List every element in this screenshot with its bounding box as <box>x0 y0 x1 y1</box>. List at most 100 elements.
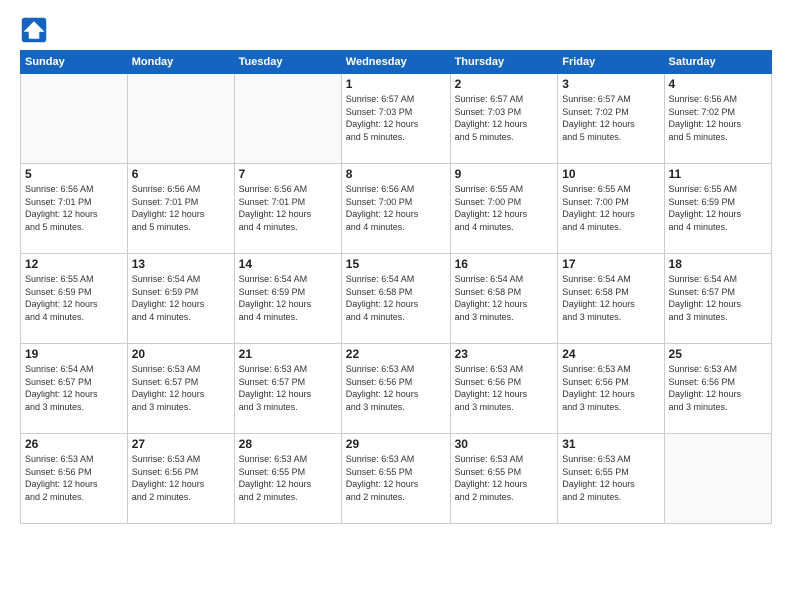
day-number: 6 <box>132 167 230 181</box>
day-info: Sunrise: 6:55 AM Sunset: 6:59 PM Dayligh… <box>669 183 767 233</box>
day-number: 27 <box>132 437 230 451</box>
day-info: Sunrise: 6:57 AM Sunset: 7:03 PM Dayligh… <box>346 93 446 143</box>
header <box>20 16 772 44</box>
day-info: Sunrise: 6:53 AM Sunset: 6:56 PM Dayligh… <box>25 453 123 503</box>
col-header-monday: Monday <box>127 51 234 74</box>
day-info: Sunrise: 6:54 AM Sunset: 6:58 PM Dayligh… <box>455 273 554 323</box>
day-number: 3 <box>562 77 659 91</box>
calendar-cell: 26Sunrise: 6:53 AM Sunset: 6:56 PM Dayli… <box>21 434 128 524</box>
day-info: Sunrise: 6:55 AM Sunset: 6:59 PM Dayligh… <box>25 273 123 323</box>
calendar-week-row: 12 Sunrise: 6:55 AM Sunset: 6:59 PM Dayli… <box>21 254 772 344</box>
day-number: 12 <box>25 257 123 271</box>
day-number: 18 <box>669 257 767 271</box>
day-number: 8 <box>346 167 446 181</box>
calendar-cell: 25 Sunrise: 6:53 AM Sunset: 6:56 PM Dayli… <box>664 344 771 434</box>
calendar-cell: 14 Sunrise: 6:54 AM Sunset: 6:59 PM Dayli… <box>234 254 341 344</box>
day-number: 31 <box>562 437 659 451</box>
day-info: Sunrise: 6:53 AM Sunset: 6:57 PM Dayligh… <box>132 363 230 413</box>
day-info: Sunrise: 6:53 AM Sunset: 6:55 PM Dayligh… <box>562 453 659 503</box>
calendar-cell: 30 Sunrise: 6:53 AM Sunset: 6:55 PM Dayli… <box>450 434 558 524</box>
calendar-cell: 6 Sunrise: 6:56 AM Sunset: 7:01 PM Daylig… <box>127 164 234 254</box>
calendar-cell: 31 Sunrise: 6:53 AM Sunset: 6:55 PM Dayli… <box>558 434 664 524</box>
day-info: Sunrise: 6:54 AM Sunset: 6:58 PM Dayligh… <box>562 273 659 323</box>
col-header-wednesday: Wednesday <box>341 51 450 74</box>
day-info: Sunrise: 6:53 AM Sunset: 6:56 PM Dayligh… <box>562 363 659 413</box>
day-info: Sunrise: 6:56 AM Sunset: 7:02 PM Dayligh… <box>669 93 767 143</box>
calendar-cell: 2 Sunrise: 6:57 AM Sunset: 7:03 PM Daylig… <box>450 74 558 164</box>
day-info: Sunrise: 6:56 AM Sunset: 7:01 PM Dayligh… <box>132 183 230 233</box>
calendar-cell: 18 Sunrise: 6:54 AM Sunset: 6:57 PM Dayli… <box>664 254 771 344</box>
day-info: Sunrise: 6:54 AM Sunset: 6:58 PM Dayligh… <box>346 273 446 323</box>
day-info: Sunrise: 6:53 AM Sunset: 6:55 PM Dayligh… <box>455 453 554 503</box>
day-number: 14 <box>239 257 337 271</box>
day-info: Sunrise: 6:53 AM Sunset: 6:56 PM Dayligh… <box>669 363 767 413</box>
day-info: Sunrise: 6:53 AM Sunset: 6:56 PM Dayligh… <box>455 363 554 413</box>
calendar-week-row: 5Sunrise: 6:56 AM Sunset: 7:01 PM Daylig… <box>21 164 772 254</box>
page-container: SundayMondayTuesdayWednesdayThursdayFrid… <box>0 0 792 534</box>
day-number: 1 <box>346 77 446 91</box>
calendar-cell: 10 Sunrise: 6:55 AM Sunset: 7:00 PM Dayli… <box>558 164 664 254</box>
calendar-cell: 7Sunrise: 6:56 AM Sunset: 7:01 PM Daylig… <box>234 164 341 254</box>
calendar-week-row: 26Sunrise: 6:53 AM Sunset: 6:56 PM Dayli… <box>21 434 772 524</box>
day-number: 16 <box>455 257 554 271</box>
calendar-cell: 21 Sunrise: 6:53 AM Sunset: 6:57 PM Dayli… <box>234 344 341 434</box>
day-info: Sunrise: 6:56 AM Sunset: 7:01 PM Dayligh… <box>239 183 337 233</box>
calendar-cell: 9Sunrise: 6:55 AM Sunset: 7:00 PM Daylig… <box>450 164 558 254</box>
calendar-table: SundayMondayTuesdayWednesdayThursdayFrid… <box>20 50 772 524</box>
day-info: Sunrise: 6:54 AM Sunset: 6:59 PM Dayligh… <box>239 273 337 323</box>
calendar-cell: 22 Sunrise: 6:53 AM Sunset: 6:56 PM Dayli… <box>341 344 450 434</box>
calendar-cell <box>127 74 234 164</box>
day-number: 4 <box>669 77 767 91</box>
calendar-cell: 23 Sunrise: 6:53 AM Sunset: 6:56 PM Dayli… <box>450 344 558 434</box>
day-number: 10 <box>562 167 659 181</box>
calendar-header-row: SundayMondayTuesdayWednesdayThursdayFrid… <box>21 51 772 74</box>
day-info: Sunrise: 6:57 AM Sunset: 7:02 PM Dayligh… <box>562 93 659 143</box>
day-info: Sunrise: 6:54 AM Sunset: 6:59 PM Dayligh… <box>132 273 230 323</box>
day-number: 22 <box>346 347 446 361</box>
col-header-sunday: Sunday <box>21 51 128 74</box>
calendar-cell <box>234 74 341 164</box>
day-number: 23 <box>455 347 554 361</box>
calendar-cell: 4 Sunrise: 6:56 AM Sunset: 7:02 PM Daylig… <box>664 74 771 164</box>
calendar-cell: 27 Sunrise: 6:53 AM Sunset: 6:56 PM Dayli… <box>127 434 234 524</box>
day-number: 13 <box>132 257 230 271</box>
col-header-tuesday: Tuesday <box>234 51 341 74</box>
calendar-cell: 20 Sunrise: 6:53 AM Sunset: 6:57 PM Dayli… <box>127 344 234 434</box>
calendar-cell: 24 Sunrise: 6:53 AM Sunset: 6:56 PM Dayli… <box>558 344 664 434</box>
day-info: Sunrise: 6:55 AM Sunset: 7:00 PM Dayligh… <box>562 183 659 233</box>
day-number: 25 <box>669 347 767 361</box>
day-number: 15 <box>346 257 446 271</box>
day-info: Sunrise: 6:53 AM Sunset: 6:56 PM Dayligh… <box>346 363 446 413</box>
day-number: 21 <box>239 347 337 361</box>
day-info: Sunrise: 6:53 AM Sunset: 6:55 PM Dayligh… <box>239 453 337 503</box>
day-info: Sunrise: 6:56 AM Sunset: 7:00 PM Dayligh… <box>346 183 446 233</box>
day-info: Sunrise: 6:53 AM Sunset: 6:56 PM Dayligh… <box>132 453 230 503</box>
day-number: 30 <box>455 437 554 451</box>
col-header-saturday: Saturday <box>664 51 771 74</box>
calendar-cell <box>21 74 128 164</box>
day-number: 9 <box>455 167 554 181</box>
calendar-cell: 15 Sunrise: 6:54 AM Sunset: 6:58 PM Dayli… <box>341 254 450 344</box>
day-number: 19 <box>25 347 123 361</box>
calendar-week-row: 1 Sunrise: 6:57 AM Sunset: 7:03 PM Daylig… <box>21 74 772 164</box>
calendar-cell: 3 Sunrise: 6:57 AM Sunset: 7:02 PM Daylig… <box>558 74 664 164</box>
day-number: 20 <box>132 347 230 361</box>
day-number: 2 <box>455 77 554 91</box>
calendar-cell: 13 Sunrise: 6:54 AM Sunset: 6:59 PM Dayli… <box>127 254 234 344</box>
day-info: Sunrise: 6:57 AM Sunset: 7:03 PM Dayligh… <box>455 93 554 143</box>
logo-icon <box>20 16 48 44</box>
calendar-week-row: 19 Sunrise: 6:54 AM Sunset: 6:57 PM Dayli… <box>21 344 772 434</box>
calendar-cell: 8 Sunrise: 6:56 AM Sunset: 7:00 PM Daylig… <box>341 164 450 254</box>
day-info: Sunrise: 6:53 AM Sunset: 6:57 PM Dayligh… <box>239 363 337 413</box>
logo <box>20 16 52 44</box>
calendar-cell <box>664 434 771 524</box>
day-number: 24 <box>562 347 659 361</box>
day-info: Sunrise: 6:53 AM Sunset: 6:55 PM Dayligh… <box>346 453 446 503</box>
calendar-cell: 12 Sunrise: 6:55 AM Sunset: 6:59 PM Dayli… <box>21 254 128 344</box>
calendar-cell: 19 Sunrise: 6:54 AM Sunset: 6:57 PM Dayli… <box>21 344 128 434</box>
col-header-thursday: Thursday <box>450 51 558 74</box>
day-info: Sunrise: 6:54 AM Sunset: 6:57 PM Dayligh… <box>25 363 123 413</box>
day-info: Sunrise: 6:54 AM Sunset: 6:57 PM Dayligh… <box>669 273 767 323</box>
calendar-cell: 5Sunrise: 6:56 AM Sunset: 7:01 PM Daylig… <box>21 164 128 254</box>
col-header-friday: Friday <box>558 51 664 74</box>
